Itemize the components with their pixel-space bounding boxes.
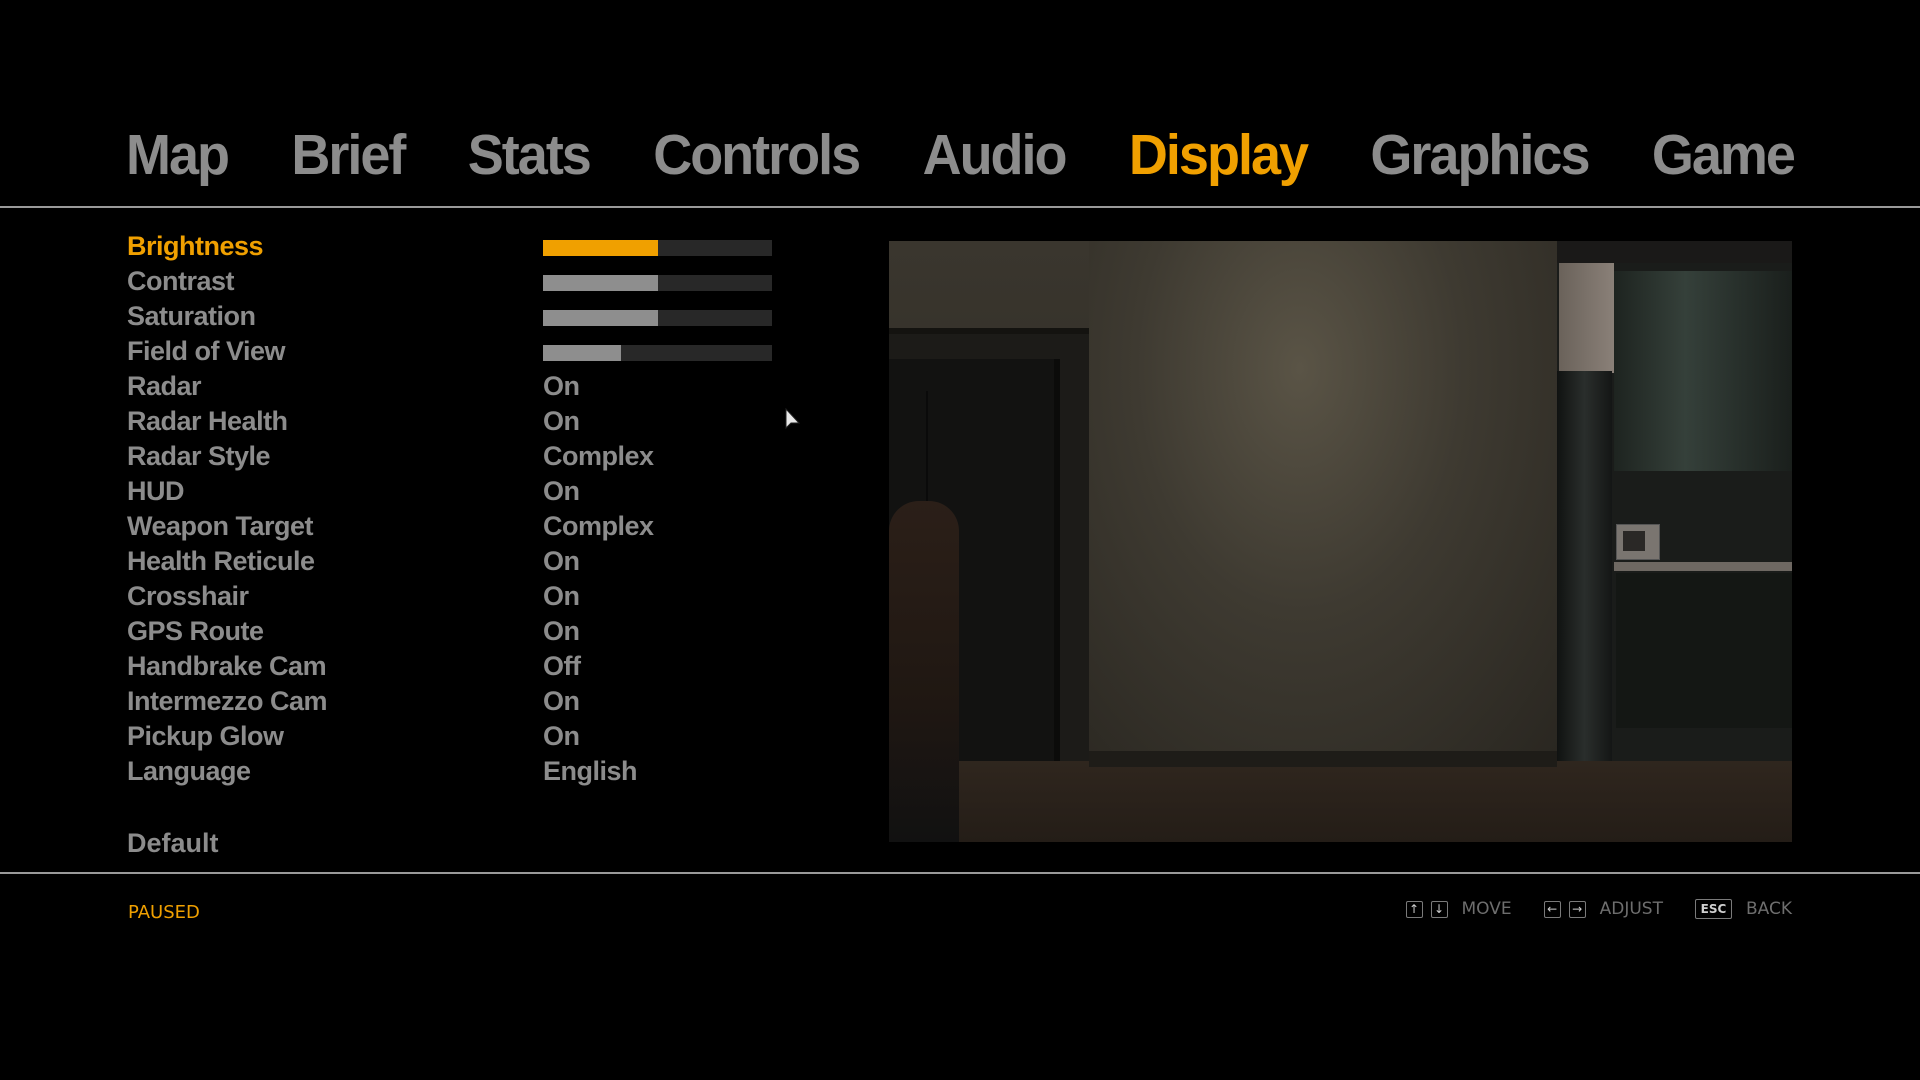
arrow-down-key-icon: ↓ [1430, 900, 1448, 918]
pickup-glow-value[interactable]: On [543, 719, 580, 754]
setting-label: Field of View [127, 336, 286, 366]
arrow-left-key-icon: ← [1543, 900, 1561, 918]
display-settings-list: Brightness Contrast Saturation Field of Vie… [127, 229, 827, 789]
radar-style-value[interactable]: Complex [543, 439, 654, 474]
contrast-slider-fill [543, 275, 658, 291]
paused-status: PAUSED [128, 902, 200, 923]
default-button[interactable]: Default [127, 826, 219, 861]
crosshair-value[interactable]: On [543, 579, 580, 614]
move-hint-label: MOVE [1461, 899, 1512, 919]
health-reticule-value[interactable]: On [543, 544, 580, 579]
setting-row-pickup-glow[interactable]: Pickup Glow On [127, 719, 827, 754]
preview-microwave [1616, 524, 1660, 560]
menu-tabs: Map Brief Stats Controls Audio Display G… [126, 118, 1796, 192]
setting-row-language[interactable]: Language English [127, 754, 827, 789]
setting-label: Language [127, 756, 251, 786]
tab-game[interactable]: Game [1652, 118, 1796, 192]
arrow-right-key-icon: → [1568, 900, 1586, 918]
setting-label: Pickup Glow [127, 721, 284, 751]
setting-label: HUD [127, 476, 185, 506]
tab-controls[interactable]: Controls [653, 118, 861, 192]
setting-label: Intermezzo Cam [127, 686, 328, 716]
setting-row-radar-style[interactable]: Radar Style Complex [127, 439, 827, 474]
setting-label: Handbrake Cam [127, 651, 327, 681]
setting-row-gps-route[interactable]: GPS Route On [127, 614, 827, 649]
brightness-slider-fill [543, 240, 658, 256]
setting-label: Crosshair [127, 581, 249, 611]
tab-graphics[interactable]: Graphics [1370, 118, 1590, 192]
tab-display[interactable]: Display [1129, 118, 1309, 192]
preview-kitchen-wall [1559, 263, 1614, 373]
arrow-up-key-icon: ↑ [1405, 900, 1423, 918]
tab-map[interactable]: Map [126, 118, 230, 192]
top-divider [0, 206, 1920, 208]
radar-health-value[interactable]: On [543, 404, 580, 439]
field-of-view-slider-fill [543, 345, 621, 361]
tab-brief[interactable]: Brief [291, 118, 406, 192]
intermezzo-cam-value[interactable]: On [543, 684, 580, 719]
adjust-hint-label: ADJUST [1599, 899, 1663, 919]
setting-label: Saturation [127, 301, 256, 331]
preview-lower-cabinets [1616, 573, 1792, 728]
setting-row-saturation[interactable]: Saturation [127, 299, 827, 334]
setting-row-radar-health[interactable]: Radar Health On [127, 404, 827, 439]
bottom-divider [0, 872, 1920, 874]
saturation-slider-fill [543, 310, 658, 326]
back-hint-label[interactable]: BACK [1746, 899, 1792, 919]
control-hints: ↑ ↓ MOVE ← → ADJUST ESC BACK [1405, 899, 1792, 919]
preview-character [889, 501, 959, 842]
setting-label: Contrast [127, 266, 235, 296]
setting-label: Radar Health [127, 406, 288, 436]
setting-row-hud[interactable]: HUD On [127, 474, 827, 509]
setting-row-crosshair[interactable]: Crosshair On [127, 579, 827, 614]
game-preview-image [889, 241, 1792, 842]
preview-fridge [1557, 371, 1612, 761]
setting-label: Radar [127, 371, 202, 401]
tab-audio[interactable]: Audio [923, 118, 1068, 192]
brightness-slider[interactable] [543, 240, 772, 256]
preview-cabinets [1614, 271, 1792, 471]
gps-route-value[interactable]: On [543, 614, 580, 649]
setting-row-contrast[interactable]: Contrast [127, 264, 827, 299]
preview-counter [1614, 562, 1792, 571]
weapon-target-value[interactable]: Complex [543, 509, 654, 544]
setting-row-handbrake-cam[interactable]: Handbrake Cam Off [127, 649, 827, 684]
setting-label: Brightness [127, 231, 264, 261]
radar-value[interactable]: On [543, 369, 580, 404]
setting-label: Health Reticule [127, 546, 315, 576]
setting-row-intermezzo-cam[interactable]: Intermezzo Cam On [127, 684, 827, 719]
setting-row-health-reticule[interactable]: Health Reticule On [127, 544, 827, 579]
hud-value[interactable]: On [543, 474, 580, 509]
setting-label: GPS Route [127, 616, 264, 646]
preview-wall [1089, 241, 1557, 751]
language-value[interactable]: English [543, 754, 638, 789]
setting-label: Radar Style [127, 441, 271, 471]
setting-label: Weapon Target [127, 511, 314, 541]
tab-stats[interactable]: Stats [468, 118, 592, 192]
preview-floor [889, 761, 1792, 842]
setting-row-brightness[interactable]: Brightness [127, 229, 827, 264]
setting-row-field-of-view[interactable]: Field of View [127, 334, 827, 369]
setting-row-weapon-target[interactable]: Weapon Target Complex [127, 509, 827, 544]
handbrake-cam-value[interactable]: Off [543, 649, 581, 684]
saturation-slider[interactable] [543, 310, 772, 326]
contrast-slider[interactable] [543, 275, 772, 291]
field-of-view-slider[interactable] [543, 345, 772, 361]
preview-ceiling [1557, 241, 1792, 263]
preview-wall-base [1089, 751, 1557, 767]
esc-key-icon[interactable]: ESC [1694, 899, 1732, 919]
setting-row-radar[interactable]: Radar On [127, 369, 827, 404]
